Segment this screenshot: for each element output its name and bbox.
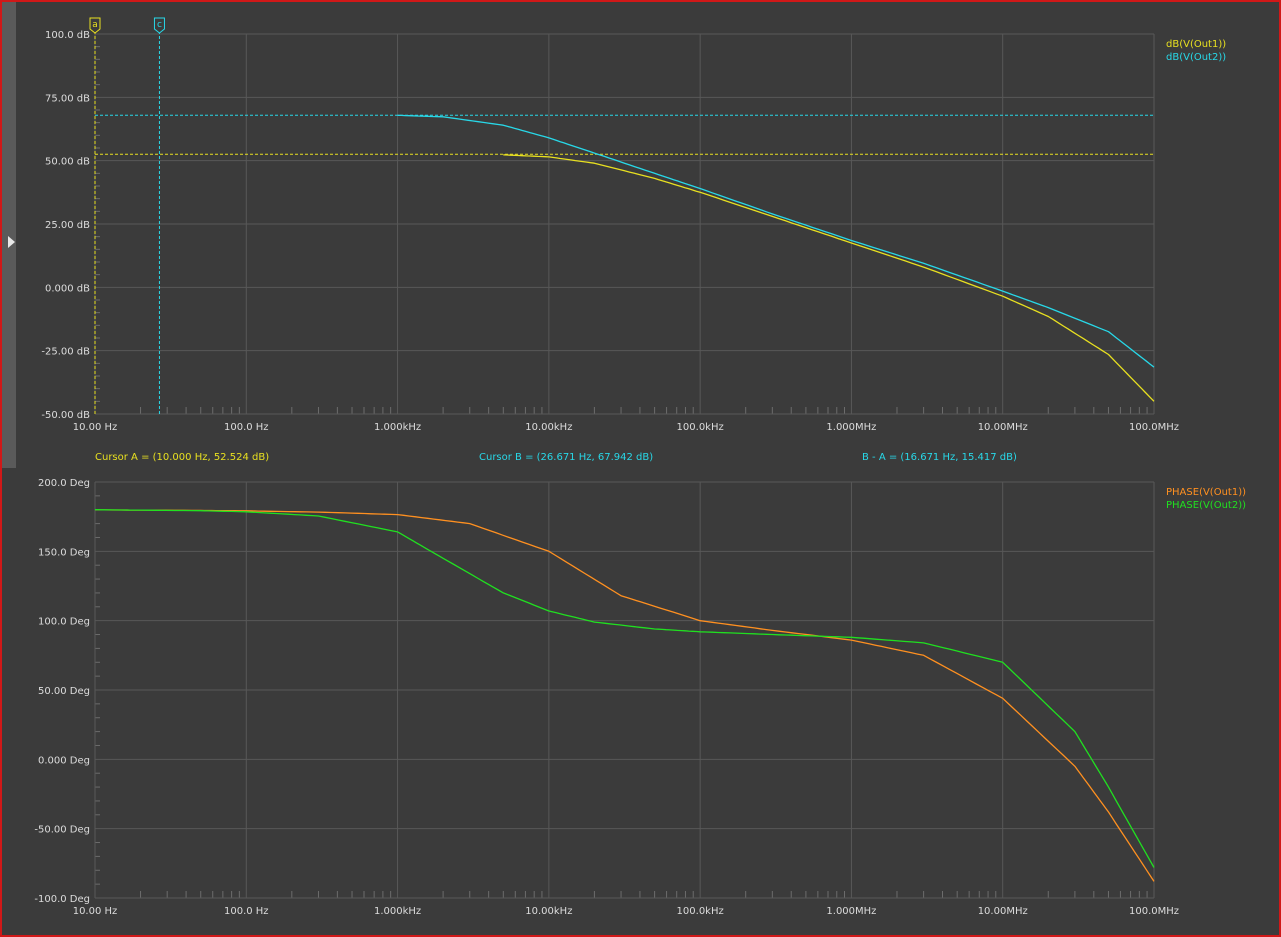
x-tick-label: 10.00 Hz: [73, 422, 118, 433]
x-tick-label: 100.0MHz: [1129, 422, 1179, 433]
series-line-PHASE(V(Out1)): [95, 509, 1155, 882]
series-line-dB(V(Out2)): [397, 114, 1155, 368]
series-line-dB(V(Out1)): [503, 154, 1155, 402]
phase-pane[interactable]: 10.00 Hz 100.0 Hz 1.000kHz 10.00kHz 100.0kHz…: [34, 478, 1246, 917]
y-tick-label: 0.000 dB: [45, 283, 90, 294]
y-tick-label: -25.00 dB: [41, 347, 90, 358]
x-tick-label: 10.00 Hz: [73, 906, 118, 917]
y-tick-label: 200.0 Deg: [38, 478, 90, 489]
cursor-b-readout: Cursor B = (26.671 Hz, 67.942 dB): [479, 452, 654, 463]
x-tick-label: 1.000MHz: [826, 906, 876, 917]
y-tick-label: -100.0 Deg: [34, 894, 90, 905]
cursor-diff-readout: B - A = (16.671 Hz, 15.417 dB): [862, 452, 1017, 463]
x-tick-label: 10.00kHz: [525, 906, 572, 917]
y-tick-label: 100.0 Deg: [38, 617, 90, 628]
x-tick-label: 1.000kHz: [374, 422, 421, 433]
x-tick-label: 1.000MHz: [826, 422, 876, 433]
x-tick-label: 100.0MHz: [1129, 906, 1179, 917]
magnitude-pane[interactable]: 10.00 Hz 100.0 Hz 1.000kHz 10.00kHz 100.0kHz…: [41, 17, 1226, 433]
y-tick-label: 100.0 dB: [45, 30, 90, 41]
cursor-a-flag-label: a: [92, 20, 98, 30]
x-tick-label: 100.0 Hz: [224, 422, 269, 433]
bode-plot-canvas[interactable]: 10.00 Hz 100.0 Hz 1.000kHz 10.00kHz 100.0kHz…: [0, 0, 1281, 937]
x-tick-label: 100.0kHz: [677, 906, 724, 917]
legend-entry: dB(V(Out2)): [1166, 52, 1226, 63]
y-tick-label: 75.00 dB: [45, 93, 90, 104]
x-tick-label: 100.0 Hz: [224, 906, 269, 917]
cursor-c-flag-label: c: [157, 20, 162, 30]
cursor-a-readout: Cursor A = (10.000 Hz, 52.524 dB): [95, 452, 270, 463]
legend-entry: PHASE(V(Out1)): [1166, 487, 1246, 498]
series-line-PHASE(V(Out2)): [94, 509, 1155, 868]
legend-entry: dB(V(Out1)): [1166, 39, 1226, 50]
y-tick-label: 25.00 dB: [45, 220, 90, 231]
y-tick-label: 50.00 dB: [45, 157, 90, 168]
x-tick-label: 10.00kHz: [525, 422, 572, 433]
x-tick-label: 100.0kHz: [677, 422, 724, 433]
y-tick-label: -50.00 dB: [41, 410, 90, 421]
y-tick-label: 150.0 Deg: [38, 547, 90, 558]
x-tick-label: 10.00MHz: [978, 422, 1028, 433]
y-tick-label: 50.00 Deg: [38, 686, 90, 697]
y-tick-label: -50.00 Deg: [34, 825, 90, 836]
y-tick-label: 0.000 Deg: [38, 755, 90, 766]
legend-entry: PHASE(V(Out2)): [1166, 500, 1246, 511]
x-tick-label: 1.000kHz: [374, 906, 421, 917]
x-tick-label: 10.00MHz: [978, 906, 1028, 917]
